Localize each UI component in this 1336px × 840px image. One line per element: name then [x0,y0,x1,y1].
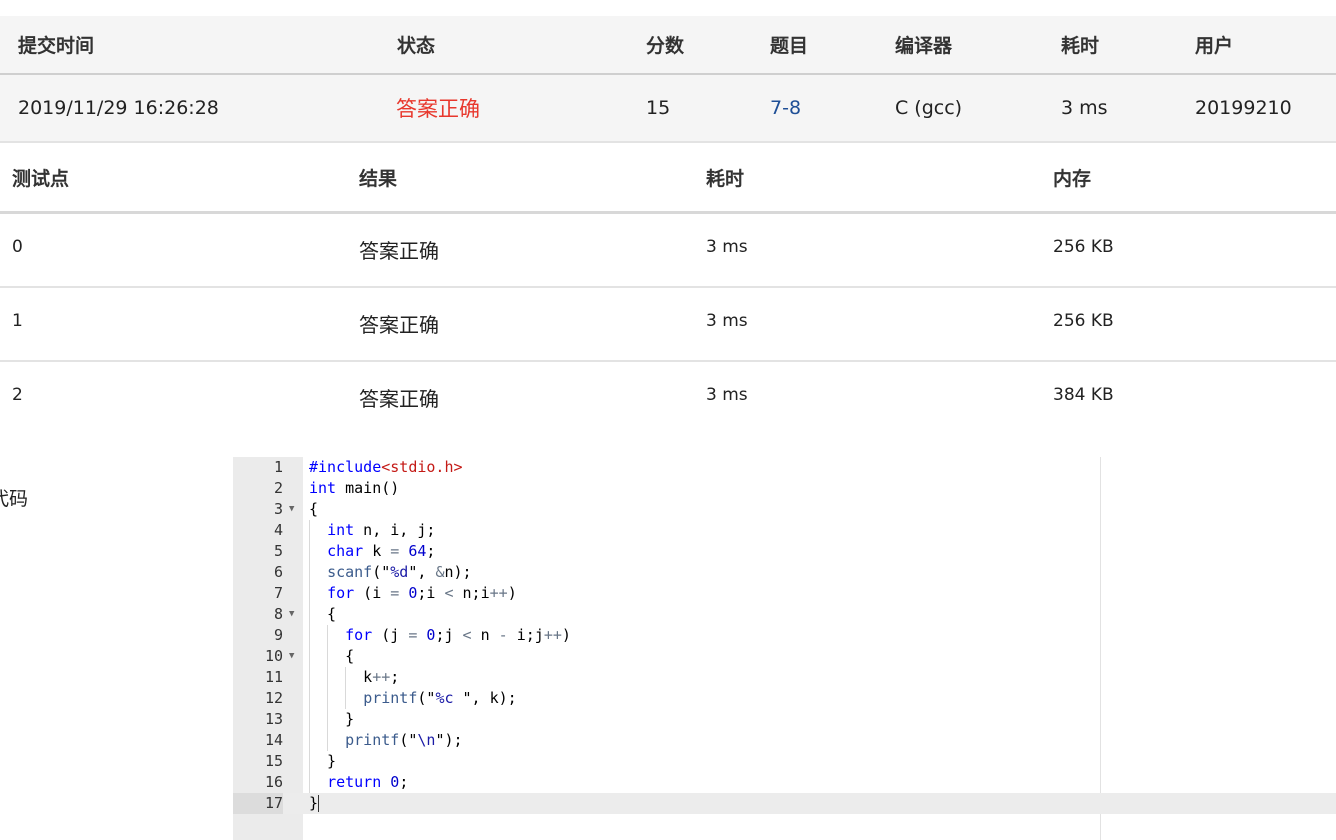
test-case-row: 2 答案正确 3 ms 384 KB [0,362,1336,434]
header-score: 分数 [646,35,685,57]
elapsed-value: 3 ms [1061,97,1108,119]
code-text: } [309,752,337,770]
header-status: 状态 [397,35,436,57]
code-text: k++; [309,668,400,686]
code-text: char k = 64; [327,542,436,560]
code-text: printf("%c ", k); [363,689,517,707]
line-number: 1 [273,458,283,476]
code-line[interactable]: 7 for (i = 0;i < n;i++) [233,583,1336,604]
code-text: { [309,605,337,623]
header-compiler: 编译器 [895,35,953,57]
submission-header-row: 提交时间 状态 分数 题目 编译器 耗时 用户 [0,16,1336,75]
code-line[interactable]: 15 } [233,751,1336,772]
test-case-row: 1 答案正确 3 ms 256 KB [0,288,1336,362]
submission-table: 提交时间 状态 分数 题目 编译器 耗时 用户 2019/11/29 16:26… [0,16,1336,143]
code-line[interactable]: 13 } [233,709,1336,730]
code-line[interactable]: 17} [233,793,1336,814]
line-number: 10 [264,647,283,665]
code-text: { [309,647,355,665]
line-number: 7 [273,584,283,602]
header-time: 耗时 [706,168,745,190]
header-result: 结果 [359,168,398,190]
code-line[interactable]: 3 ▼ { [233,499,1336,520]
code-text: int n, i, j; [327,521,436,539]
code-line[interactable]: 5 char k = 64; [233,541,1336,562]
test-case-row: 0 答案正确 3 ms 256 KB [0,214,1336,288]
code-text: } [309,710,355,728]
line-number: 8 [273,605,283,623]
line-number: 2 [273,479,283,497]
code-line[interactable]: 1 #include<stdio.h> [233,457,1336,478]
compiler-value: C (gcc) [895,97,963,119]
code-line[interactable]: 9 for (j = 0;j < n - i;j++) [233,625,1336,646]
line-number: 4 [273,521,283,539]
header-user: 用户 [1195,35,1234,57]
case-id: 2 [12,385,23,405]
code-text: { [309,500,319,518]
code-text: int main() [309,479,400,497]
user-value: 20199210 [1195,97,1292,119]
text-cursor [318,795,320,812]
case-id: 1 [12,311,23,331]
fold-arrow-icon[interactable]: ▼ [289,604,301,625]
problem-link[interactable]: 7-8 [770,75,801,141]
line-number: 12 [264,689,283,707]
fold-arrow-icon[interactable]: ▼ [289,646,301,667]
case-result: 答案正确 [359,313,439,337]
code-line[interactable]: 8 ▼ { [233,604,1336,625]
case-time: 3 ms [706,311,748,331]
header-elapsed: 耗时 [1061,35,1100,57]
line-number: 6 [273,563,283,581]
code-line[interactable]: 11 k++; [233,667,1336,688]
score-value: 15 [646,97,671,119]
code-text: return 0; [327,773,409,791]
test-case-header-row: 测试点 结果 耗时 内存 [0,144,1336,214]
code-line[interactable]: 10 ▼ { [233,646,1336,667]
line-number: 3 [273,500,283,518]
line-number: 13 [264,710,283,728]
code-text: } [309,794,320,812]
header-submit-time: 提交时间 [18,35,95,57]
test-case-table: 测试点 结果 耗时 内存 0 答案正确 3 ms 256 KB 1 答案正确 3… [0,144,1336,434]
header-problem: 题目 [770,35,809,57]
code-line[interactable]: 4 int n, i, j; [233,520,1336,541]
line-number: 15 [264,752,283,770]
case-time: 3 ms [706,237,748,257]
code-line[interactable]: 2 int main() [233,478,1336,499]
line-number: 14 [264,731,283,749]
status-text: 答案正确 [396,97,480,121]
header-memory: 内存 [1053,168,1092,190]
code-line[interactable]: 16 return 0; [233,772,1336,793]
code-text: scanf("%d", &n); [327,563,472,581]
code-editor[interactable]: 1 #include<stdio.h> 2 int main() 3 ▼ {4 int n,… [233,457,1336,840]
submit-time: 2019/11/29 16:26:28 [18,97,219,119]
case-result: 答案正确 [359,239,439,263]
code-label: 代码 [0,488,29,510]
code-line[interactable]: 6 scanf("%d", &n); [233,562,1336,583]
header-test-case: 测试点 [12,168,70,190]
case-memory: 384 KB [1053,385,1114,405]
line-number: 9 [273,626,283,644]
code-text: printf("\n"); [345,731,463,749]
code-line[interactable]: 14 printf("\n"); [233,730,1336,751]
line-number: 5 [273,542,283,560]
case-memory: 256 KB [1053,311,1114,331]
code-text: #include<stdio.h> [309,458,463,476]
line-number: 11 [264,668,283,686]
case-memory: 256 KB [1053,237,1114,257]
line-number: 16 [264,773,283,791]
case-result: 答案正确 [359,387,439,411]
code-line[interactable]: 12 printf("%c ", k); [233,688,1336,709]
submission-row: 2019/11/29 16:26:28 答案正确 15 7-8 C (gcc) … [0,75,1336,143]
code-text: for (j = 0;j < n - i;j++) [345,626,571,644]
case-id: 0 [12,237,23,257]
line-number: 17 [233,793,283,814]
fold-arrow-icon[interactable]: ▼ [289,499,301,520]
case-time: 3 ms [706,385,748,405]
code-text: for (i = 0;i < n;i++) [327,584,517,602]
